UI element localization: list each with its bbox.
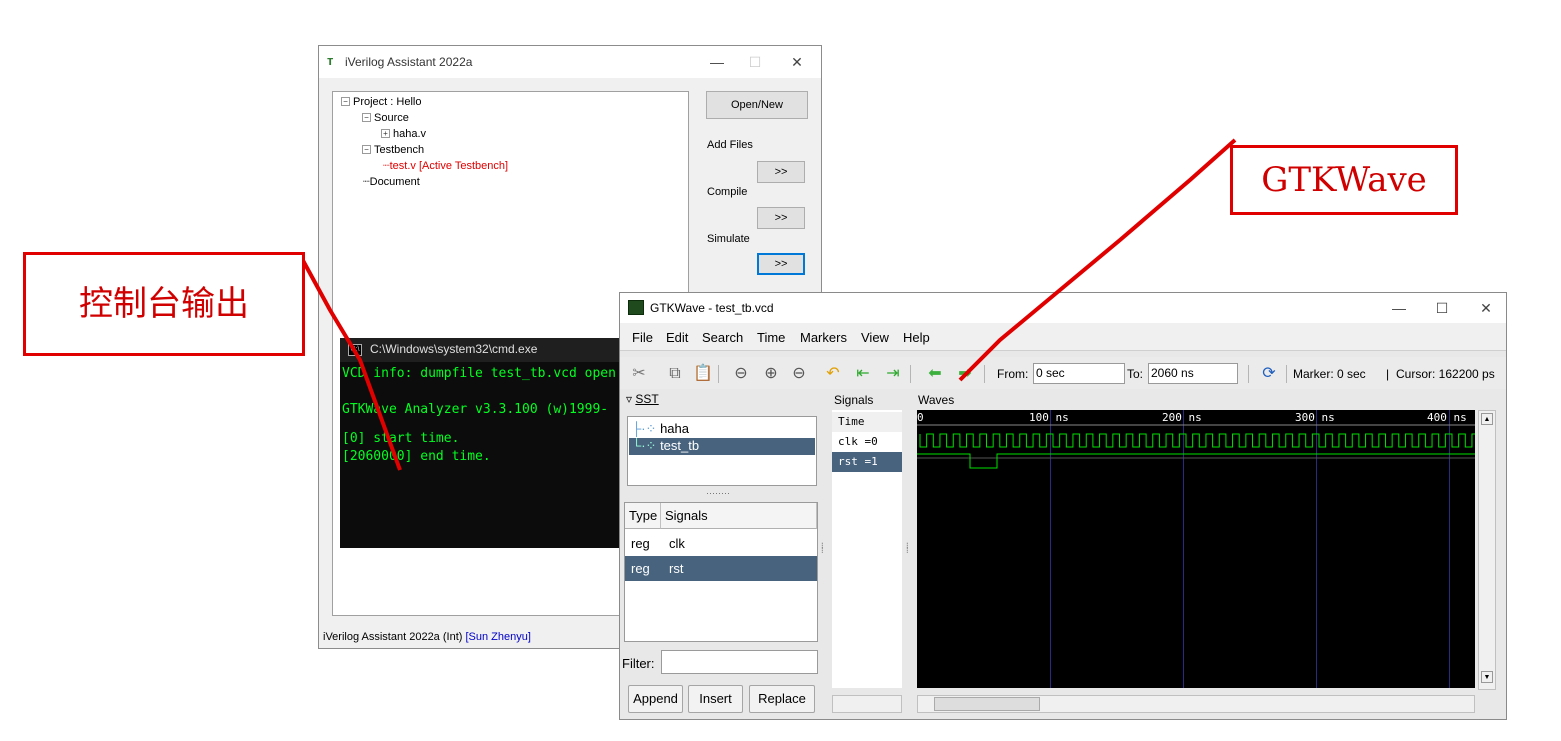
console-arrow [298, 254, 402, 471]
gtkwave-arrow [958, 138, 1237, 382]
console-output-callout: 控制台输出 [23, 252, 305, 356]
gtkwave-callout: GTKWave [1230, 145, 1458, 215]
annotation-arrows [298, 138, 1237, 471]
